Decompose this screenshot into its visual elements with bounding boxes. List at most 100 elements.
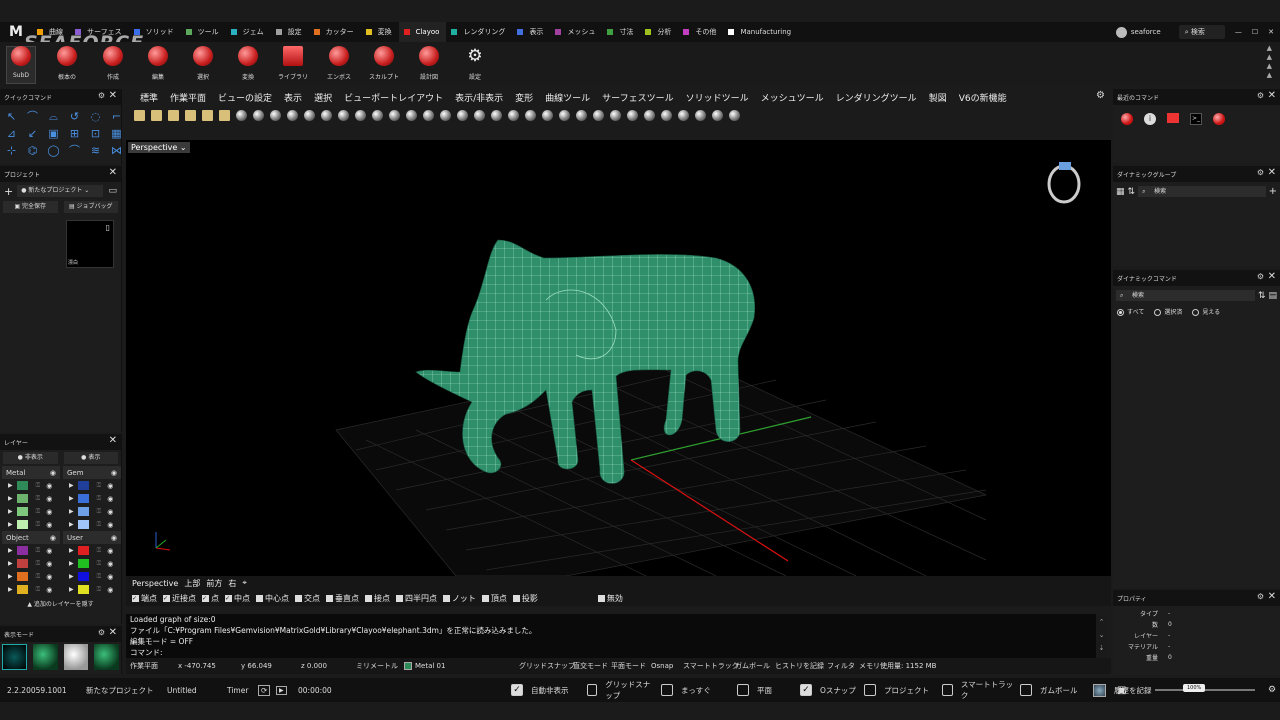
bottom-toggle-6[interactable]: スマートトラック <box>942 679 1014 701</box>
tab-10[interactable]: 表示 <box>512 22 550 42</box>
checkbox-icon[interactable] <box>481 594 489 602</box>
checkbox-icon[interactable] <box>443 594 450 602</box>
eye-icon[interactable]: ◉ <box>46 586 52 594</box>
eye-icon[interactable]: ◉ <box>107 586 113 594</box>
filter-option-0[interactable]: すべて <box>1117 307 1144 316</box>
add-viewport-icon[interactable]: ⌖ <box>242 578 247 588</box>
ribbon-overflow-icon[interactable]: ▲ ▲ ▲ ▲ <box>1267 44 1272 80</box>
status-toggle-7[interactable]: フィルタ <box>827 661 855 671</box>
eye-icon[interactable]: ◉ <box>46 573 52 581</box>
viewport-tab-3[interactable]: 右 <box>228 578 236 589</box>
toolbar-icon[interactable] <box>712 109 723 121</box>
layer-color-swatch[interactable] <box>16 559 28 568</box>
toolbar-icon[interactable] <box>202 109 213 121</box>
layer-color-swatch[interactable] <box>16 494 28 503</box>
ghosted-mode-button[interactable] <box>94 644 119 670</box>
global-search-input[interactable]: ⌕ 検索 <box>1178 25 1225 39</box>
checkbox-icon[interactable]: ✓ <box>511 684 523 696</box>
layer-color-swatch[interactable] <box>77 507 89 516</box>
quick-command-icon[interactable]: ↖ <box>4 109 19 124</box>
status-toggle-0[interactable]: グリッドスナップ <box>519 661 575 671</box>
eye-icon[interactable]: ◉ <box>107 547 113 555</box>
list-view-icon[interactable]: ▤ <box>1268 291 1277 301</box>
play-icon[interactable]: ▶ <box>276 685 287 695</box>
toolbar-icon[interactable] <box>423 109 434 121</box>
ring-preview-icon[interactable] <box>1047 162 1081 204</box>
shaded-mode-button[interactable] <box>32 644 58 670</box>
viewport-tab-2[interactable]: 前方 <box>206 578 222 589</box>
expand-icon[interactable]: ▶ <box>8 560 13 567</box>
tab-15[interactable]: Manufacturing <box>723 22 798 42</box>
layer-row[interactable]: ▶ ⚿ ◉ <box>2 557 60 570</box>
menu-item-9[interactable]: サーフェスツール <box>602 91 673 104</box>
toolbar-icon[interactable] <box>678 109 689 121</box>
layer-color-swatch[interactable] <box>16 481 28 490</box>
layer-row[interactable]: ▶ ⚿ ◉ <box>2 492 60 505</box>
close-icon[interactable]: ✕ <box>1268 591 1276 602</box>
toolbar-icon[interactable] <box>372 109 383 121</box>
bottom-toggle-5[interactable]: プロジェクト <box>864 684 936 696</box>
layer-group-header[interactable]: Metal ◉ <box>2 466 60 479</box>
wireframe-mode-button[interactable] <box>2 644 27 670</box>
menu-item-6[interactable]: 表示/非表示 <box>455 91 503 104</box>
layer-row[interactable]: ▶ ⚿ ◉ <box>2 570 60 583</box>
settings-gear-icon[interactable]: ⚙ <box>1268 685 1276 695</box>
job-bag-button[interactable]: ▤ ジョブバッグ <box>63 201 118 213</box>
expand-icon[interactable]: ▶ <box>69 482 74 489</box>
status-toggle-6[interactable]: ヒストリを記録 <box>775 661 824 671</box>
ribbon-button-7[interactable]: エンボス <box>322 46 356 81</box>
checkbox-icon[interactable]: ✓ <box>202 594 209 602</box>
expand-icon[interactable]: ▶ <box>8 495 13 502</box>
bottom-toggle-3[interactable]: 平面 <box>737 684 794 696</box>
toolbar-icon[interactable] <box>134 109 145 121</box>
filter-option-2[interactable]: 見える <box>1192 307 1220 316</box>
osnap-12[interactable]: 無効 <box>597 593 623 604</box>
close-icon[interactable]: ✕ <box>109 167 117 178</box>
add-layers-button[interactable]: ▲ 追加のレイヤーを隠す <box>0 599 121 608</box>
layer-row[interactable]: ▶ ⚿ ◉ <box>2 583 60 596</box>
layer-color-swatch[interactable] <box>77 481 89 490</box>
expand-icon[interactable]: ▶ <box>8 482 13 489</box>
gear-icon[interactable]: ⚙ <box>1257 592 1264 601</box>
menu-item-1[interactable]: 作業平面 <box>170 91 206 104</box>
recent-command-icon[interactable] <box>1213 113 1225 125</box>
menu-item-8[interactable]: 曲線ツール <box>545 91 590 104</box>
expand-icon[interactable]: ▶ <box>8 586 13 593</box>
settings-gear-icon[interactable]: ⚙ <box>1096 90 1105 101</box>
status-toggle-4[interactable]: スマートトラック <box>683 661 739 671</box>
expand-icon[interactable]: ▶ <box>69 508 74 515</box>
menu-item-10[interactable]: ソリッドツール <box>686 91 749 104</box>
quick-command-icon[interactable]: ⌓ <box>46 109 61 124</box>
expand-icon[interactable]: ▶ <box>69 586 74 593</box>
eye-icon[interactable]: ◉ <box>107 508 113 516</box>
layer-color-swatch[interactable] <box>16 520 28 529</box>
layer-color-swatch[interactable] <box>16 507 28 516</box>
close-icon[interactable]: ✕ <box>109 627 117 638</box>
layer-row[interactable]: ▶ ⚿ ◉ <box>2 505 60 518</box>
toolbar-icon[interactable] <box>508 109 519 121</box>
expand-icon[interactable]: ▶ <box>8 573 13 580</box>
show-layers-button[interactable]: ● 表示 <box>63 452 118 464</box>
eye-icon[interactable]: ◉ <box>111 534 117 542</box>
render-icon[interactable] <box>1093 683 1106 697</box>
info-icon[interactable]: i <box>1144 113 1156 125</box>
viewport-label[interactable]: Perspective ⌄ <box>128 142 190 153</box>
quick-command-icon[interactable]: ▦ <box>109 126 124 141</box>
toolbar-icon[interactable] <box>457 109 468 121</box>
quick-command-icon[interactable]: ⌬ <box>25 143 40 158</box>
gear-icon[interactable]: ⚙ <box>1257 272 1264 281</box>
expand-icon[interactable]: ▶ <box>8 521 13 528</box>
layer-color-swatch[interactable] <box>16 585 28 594</box>
radio-icon[interactable] <box>1192 309 1200 316</box>
layer-color-swatch[interactable] <box>77 559 89 568</box>
status-toggle-1[interactable]: 直交モード <box>573 661 608 671</box>
ribbon-button-9[interactable]: 設計図 <box>412 46 446 81</box>
expand-icon[interactable]: ▶ <box>8 508 13 515</box>
tab-13[interactable]: 分析 <box>640 22 678 42</box>
user-name[interactable]: seaforce <box>1131 28 1161 36</box>
eye-icon[interactable]: ◉ <box>46 521 52 529</box>
lock-icon[interactable]: ⚿ <box>36 521 41 529</box>
quick-command-icon[interactable]: ⌒ <box>67 143 82 158</box>
gear-icon[interactable]: ⚙ <box>98 91 105 100</box>
lock-icon[interactable]: ⚿ <box>36 482 41 490</box>
